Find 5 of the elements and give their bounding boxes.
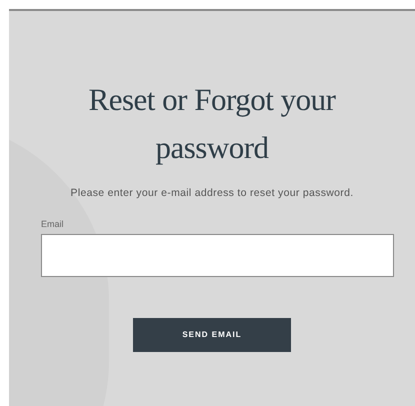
- send-email-button[interactable]: SEND EMAIL: [133, 318, 291, 352]
- page-title: Reset or Forgot your password: [88, 81, 337, 167]
- email-input[interactable]: [41, 234, 394, 277]
- email-label: Email: [41, 218, 65, 230]
- instructions-text: Please enter your e-mail address to reset your password.: [70, 186, 354, 201]
